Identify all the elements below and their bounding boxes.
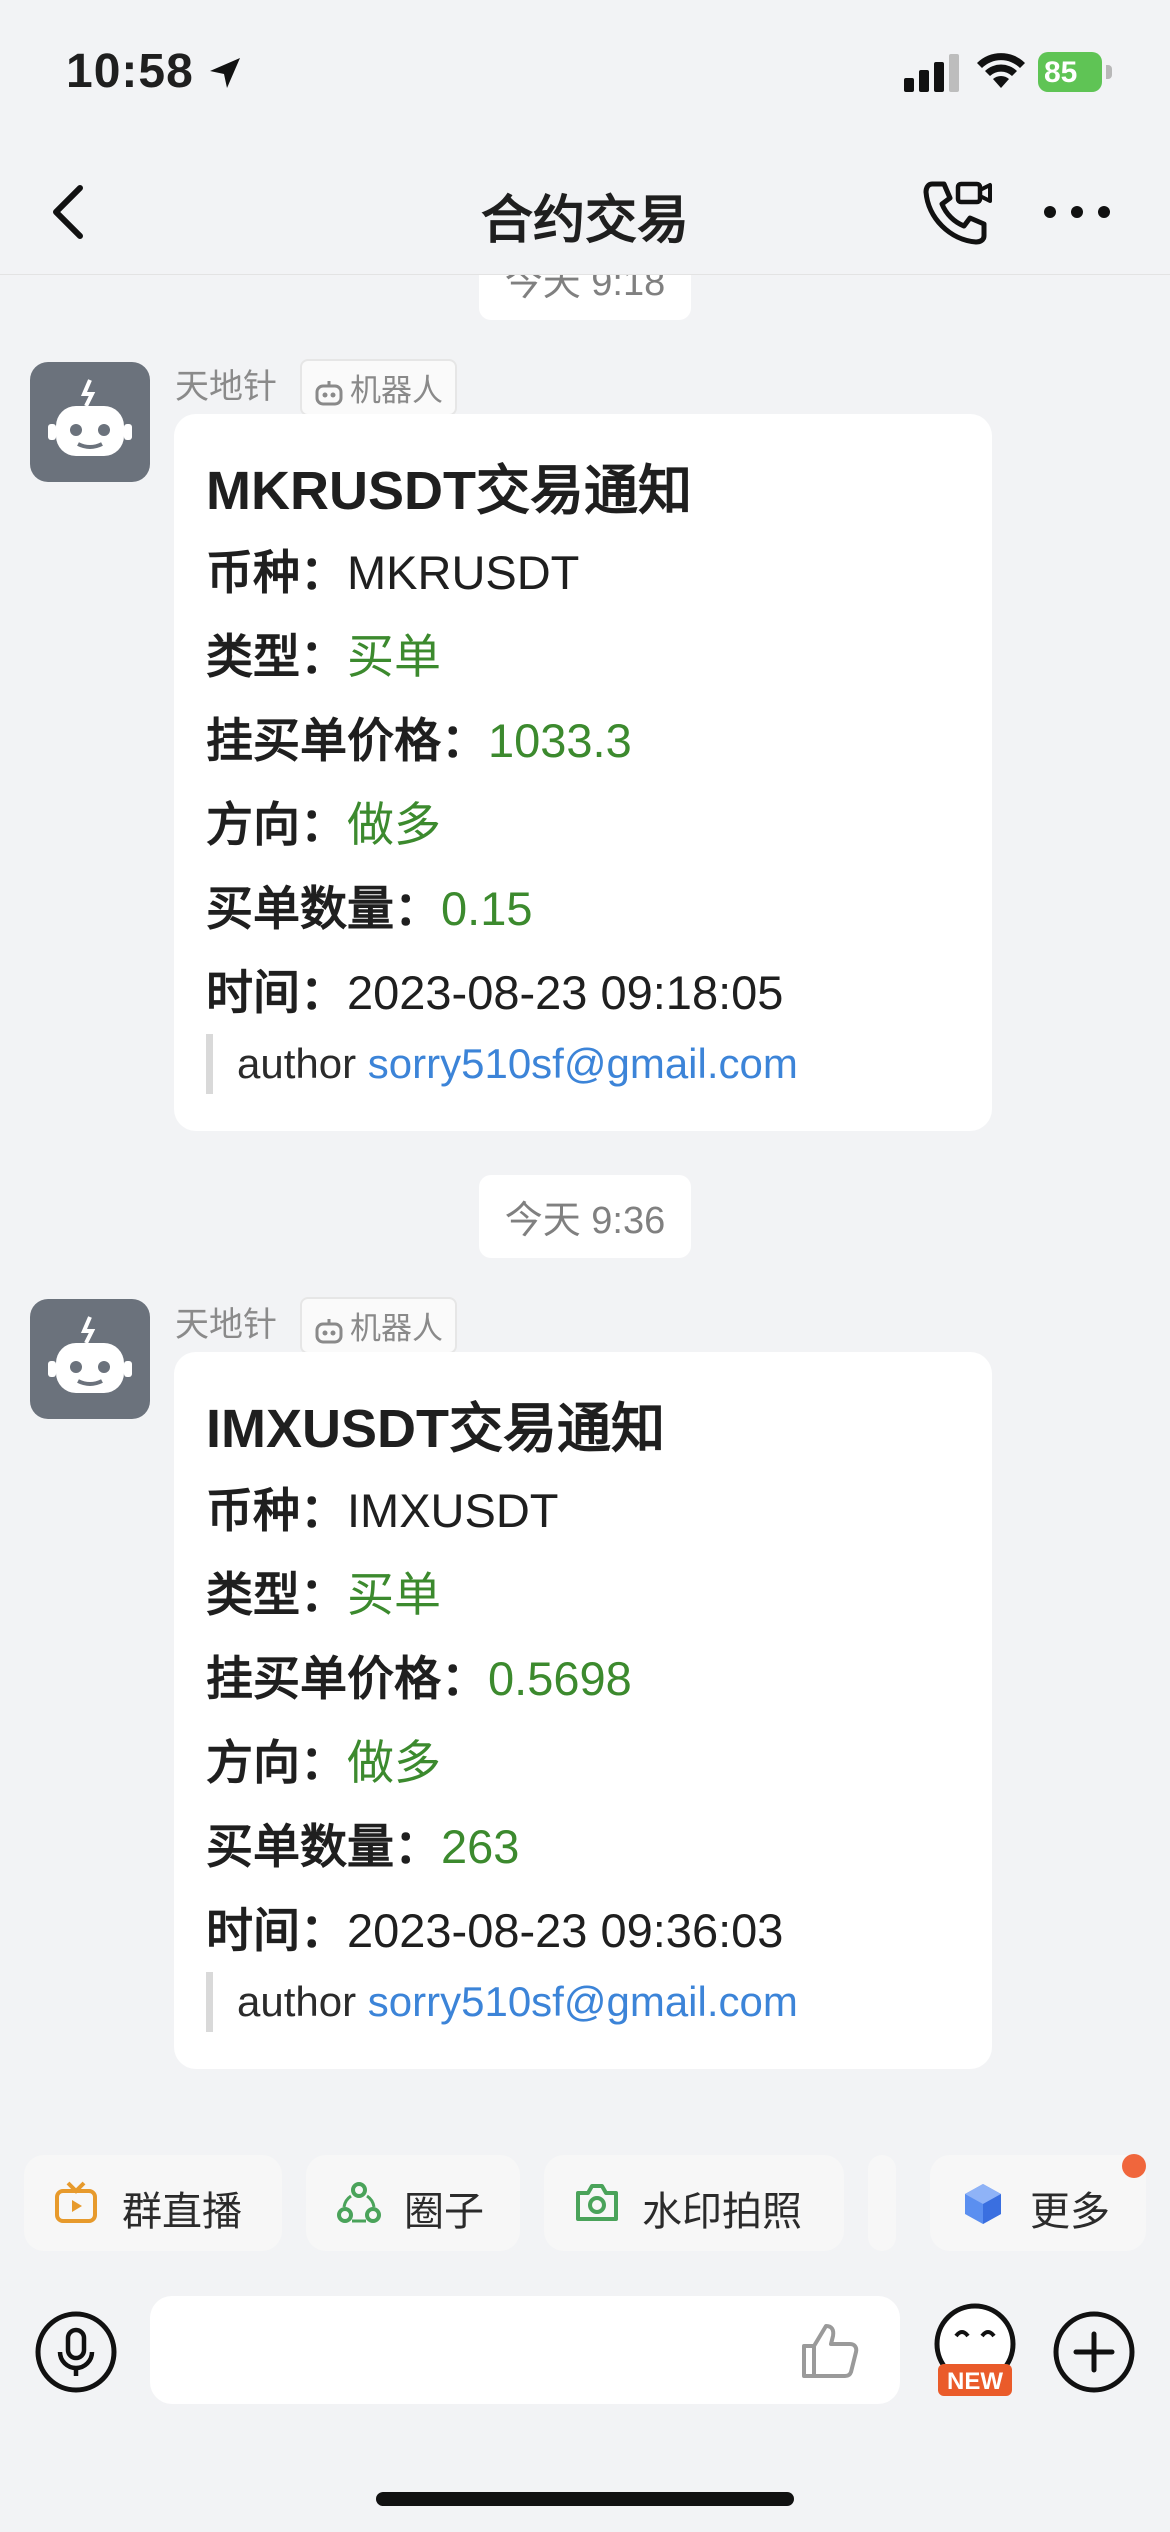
chat-header: 合约交易 [0,150,1170,275]
tv-icon [55,2181,97,2223]
sender-name: 天地针 [175,368,277,406]
wifi-icon [977,53,1025,88]
phone-video-call-icon[interactable] [918,174,994,250]
plus-icon[interactable] [1052,2310,1136,2394]
microphone-icon[interactable] [34,2310,118,2394]
author-quote: author sorry510sf@gmail.com [206,1034,798,1094]
author-email-link[interactable]: sorry510sf@gmail.com [368,1978,798,2025]
field-row: 类型：买单 [206,1568,441,1621]
field-row: 币种：IMXUSDT [206,1484,559,1537]
location-arrow-icon [210,58,240,88]
field-row: 方向：做多 [206,798,441,851]
field-row: 类型：买单 [206,630,441,683]
status-time: 10:58 [66,45,194,98]
card-title: IMXUSDT交易通知 [206,1399,665,1459]
chat-title: 合约交易 [480,192,689,250]
author-email-link[interactable]: sorry510sf@gmail.com [368,1040,798,1087]
bot-avatar[interactable] [30,1299,150,1419]
author-quote: author sorry510sf@gmail.com [206,1972,798,2032]
robot-tag-icon [315,380,343,406]
battery-indicator: 85 [1038,52,1112,92]
field-row: 时间：2023-08-23 09:18:05 [206,966,784,1019]
quick-action-more[interactable]: 更多 [930,2155,1146,2251]
circle-group-icon [337,2182,381,2223]
timestamp-partial: 今天 9:18 [0,275,1170,320]
robot-badge: 机器人 [300,359,457,416]
message-card[interactable]: MKRUSDT交易通知 币种：MKRUSDT 类型：买单 挂买单价格：1033.… [174,414,992,1131]
quick-action-group-live[interactable]: 群直播 [24,2155,282,2251]
card-title: MKRUSDT交易通知 [206,461,692,521]
quick-action-circle[interactable]: 圈子 [306,2155,520,2251]
robot-face-icon [48,1316,132,1393]
message-card[interactable]: IMXUSDT交易通知 币种：IMXUSDT 类型：买单 挂买单价格：0.569… [174,1352,992,2069]
status-bar: 10:58 85 [0,0,1170,150]
timestamp: 今天 9:36 [0,1175,1170,1258]
cube-icon [965,2184,1001,2224]
battery-percent: 85 [1044,56,1078,89]
field-row: 时间：2023-08-23 09:36:03 [206,1904,784,1957]
notification-dot [1122,2154,1146,2178]
emoji-face-icon: NEW [934,2303,1016,2396]
field-row: 买单数量：263 [206,1820,520,1873]
message-input[interactable] [150,2296,900,2404]
robot-face-icon [48,379,132,456]
field-row: 方向：做多 [206,1736,441,1789]
thumbs-up-icon[interactable] [800,2322,860,2380]
cellular-signal-icon [904,54,959,92]
message-list[interactable]: 今天 9:18 天地针 机器人 MKRUSDT交易通知 币种：MKRUSDT 类… [0,275,1170,2125]
robot-badge: 机器人 [300,1297,457,1354]
sender-name: 天地针 [175,1306,277,1344]
home-indicator[interactable] [376,2492,794,2506]
field-row: 币种：MKRUSDT [206,546,580,599]
field-row: 挂买单价格：0.5698 [206,1652,632,1705]
quick-action-partial[interactable] [868,2155,896,2251]
robot-tag-icon [315,1318,343,1344]
quick-action-watermark-photo[interactable]: 水印拍照 [544,2155,844,2251]
emoji-button[interactable]: NEW [930,2300,1020,2400]
camera-icon [576,2184,618,2221]
field-row: 挂买单价格：1033.3 [206,714,632,767]
more-options-icon[interactable] [1040,180,1114,244]
bot-avatar[interactable] [30,362,150,482]
field-row: 买单数量：0.15 [206,882,533,935]
quick-actions-bar: 群直播 圈子 水印拍照 更多 [0,2155,1170,2251]
new-badge: NEW [947,2368,1003,2395]
